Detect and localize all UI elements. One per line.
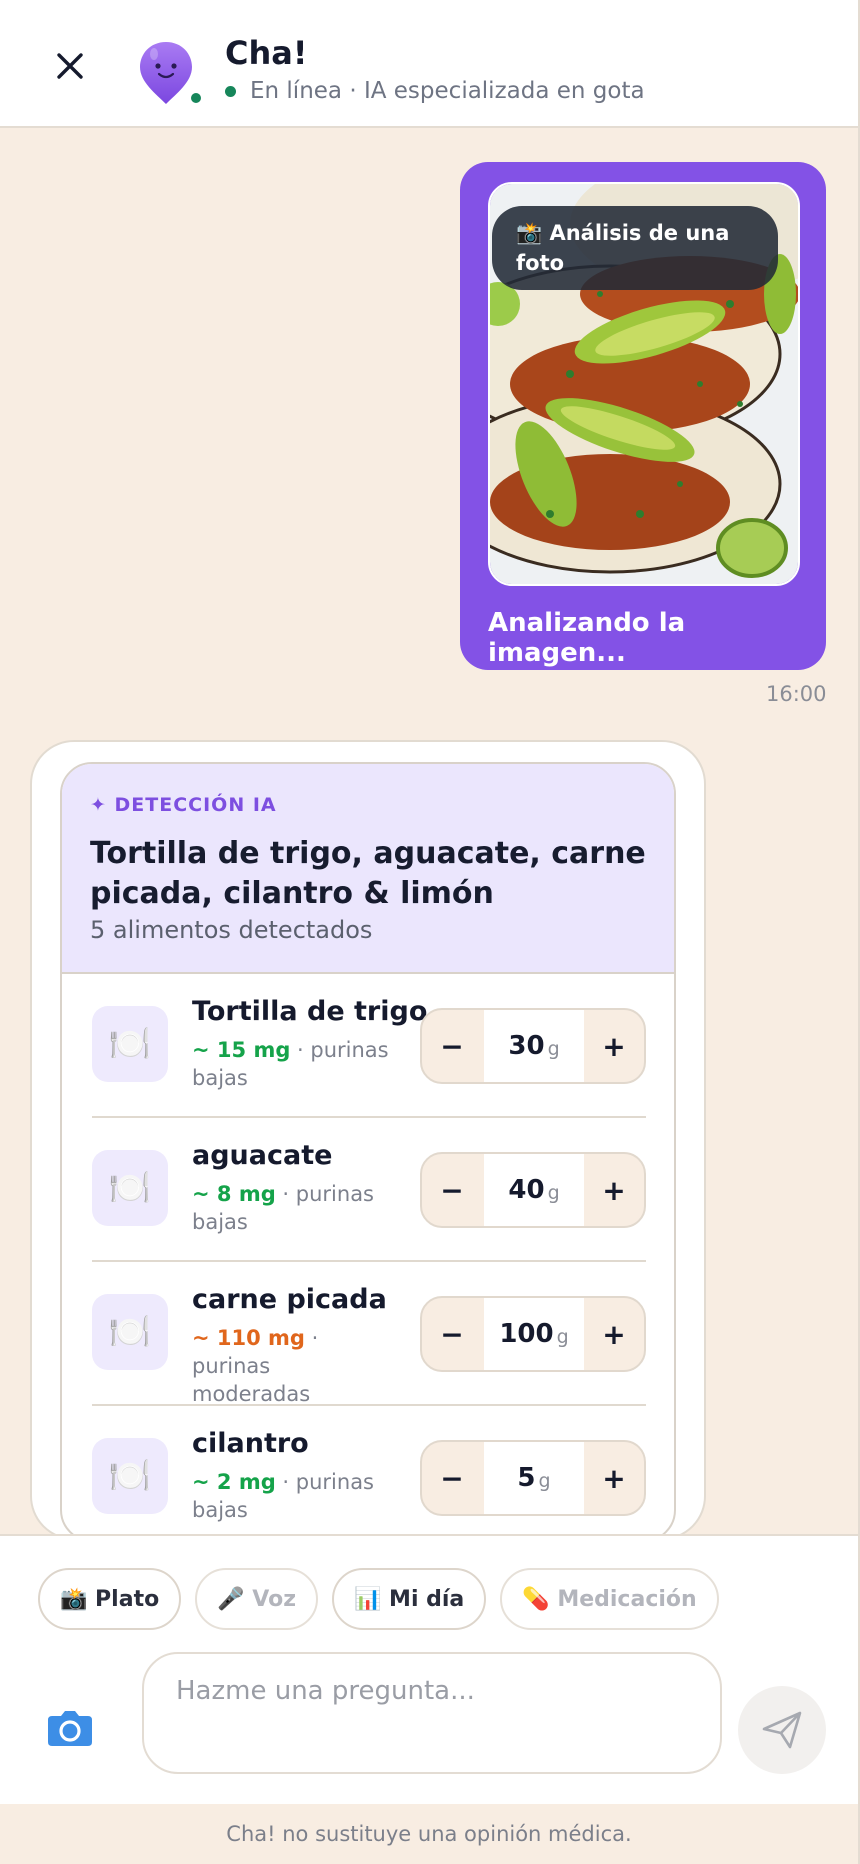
quantity-stepper: − 100 g + bbox=[420, 1296, 646, 1372]
food-name: Tortilla de trigo bbox=[192, 996, 428, 1027]
decrease-button[interactable]: − bbox=[422, 1154, 482, 1226]
chip-medicacion[interactable]: 💊 Medicación bbox=[500, 1568, 719, 1630]
detection-label: ✦ DETECCIÓN IA bbox=[90, 794, 277, 816]
increase-button[interactable]: + bbox=[584, 1298, 644, 1370]
detection-title: Tortilla de trigo, aguacate, carne picad… bbox=[90, 836, 646, 911]
detection-panel: ✦ DETECCIÓN IA Tortilla de trigo, aguaca… bbox=[60, 762, 676, 1542]
food-item-row: 🍽️ cilantro ~ 2 mg · purinas bajas − 5g … bbox=[92, 1406, 646, 1540]
decrease-button[interactable]: − bbox=[422, 1010, 482, 1082]
food-name: aguacate bbox=[192, 1140, 333, 1171]
close-icon bbox=[57, 53, 83, 79]
quantity-value[interactable]: 100 g bbox=[484, 1298, 584, 1370]
plate-icon: 🍽️ bbox=[92, 1438, 168, 1514]
camera-icon[interactable] bbox=[46, 1708, 94, 1748]
user-message-bubble: 📸 Análisis de una foto Analizando la ima… bbox=[460, 162, 826, 670]
food-purine-info: ~ 15 mg · purinas bajas bbox=[192, 1038, 389, 1090]
page-title: Cha! bbox=[225, 34, 308, 72]
plate-icon: 🍽️ bbox=[92, 1006, 168, 1082]
food-purine-info: ~ 2 mg · purinas bajas bbox=[192, 1470, 375, 1522]
status-text: En línea · IA especializada en gota bbox=[250, 78, 645, 104]
chip-voz[interactable]: 🎤 Voz bbox=[195, 1568, 318, 1630]
medical-disclaimer: Cha! no sustituye una opinión médica. bbox=[0, 1804, 858, 1864]
food-item-row: 🍽️ carne picada ~ 110 mg · purinas moder… bbox=[92, 1262, 646, 1406]
send-button[interactable] bbox=[738, 1686, 826, 1774]
plate-icon: 🍽️ bbox=[92, 1294, 168, 1370]
increase-button[interactable]: + bbox=[584, 1442, 644, 1514]
quantity-value[interactable]: 5g bbox=[484, 1442, 584, 1514]
food-name: cilantro bbox=[192, 1428, 309, 1459]
decrease-button[interactable]: − bbox=[422, 1298, 482, 1370]
message-timestamp: 16:00 bbox=[766, 682, 827, 706]
increase-button[interactable]: + bbox=[584, 1010, 644, 1082]
drop-mascot-icon bbox=[140, 42, 192, 104]
online-indicator bbox=[188, 90, 204, 106]
status-dot bbox=[225, 85, 236, 97]
food-purine-info: ~ 8 mg · purinas bajas bbox=[192, 1182, 375, 1234]
chat-header: Cha! En línea · IA especializada en gota bbox=[0, 0, 858, 128]
chip-mi-dia[interactable]: 📊 Mi día bbox=[332, 1568, 487, 1630]
food-item-row: 🍽️ aguacate ~ 8 mg · purinas bajas − 40 g… bbox=[92, 1118, 646, 1262]
decrease-button[interactable]: − bbox=[422, 1442, 482, 1514]
status-line: En línea · IA especializada en gota bbox=[225, 78, 645, 104]
chip-plato[interactable]: 📸 Plato bbox=[38, 1568, 182, 1630]
increase-button[interactable]: + bbox=[584, 1154, 644, 1226]
quantity-value[interactable]: 40 g bbox=[484, 1154, 584, 1226]
quantity-stepper: − 30 g + bbox=[420, 1008, 646, 1084]
analyzing-text: Analizando la imagen... bbox=[488, 608, 686, 668]
food-item-row: 🍽️ Tortilla de trigo ~ 15 mg · purinas b… bbox=[92, 974, 646, 1118]
quantity-stepper: − 5g + bbox=[420, 1440, 646, 1516]
quick-actions: 📸 Plato 🎤 Voz 📊 Mi día 💊 Medicación bbox=[38, 1568, 719, 1630]
photo-analysis-badge: 📸 Análisis de una foto bbox=[492, 206, 778, 290]
quantity-stepper: − 40 g + bbox=[420, 1152, 646, 1228]
detection-count: 5 alimentos detectados bbox=[90, 916, 373, 944]
detection-header: ✦ DETECCIÓN IA Tortilla de trigo, aguaca… bbox=[62, 764, 674, 974]
close-button[interactable] bbox=[48, 44, 92, 88]
message-input[interactable] bbox=[142, 1652, 722, 1774]
quantity-value[interactable]: 30 g bbox=[484, 1010, 584, 1082]
food-name: carne picada bbox=[192, 1284, 387, 1315]
composer-area: 📸 Plato 🎤 Voz 📊 Mi día 💊 Medicación bbox=[0, 1534, 858, 1804]
plate-icon: 🍽️ bbox=[92, 1150, 168, 1226]
send-icon bbox=[762, 1711, 802, 1749]
food-purine-info: ~ 110 mg · purinas moderadas bbox=[192, 1326, 319, 1406]
uploaded-food-photo[interactable]: 📸 Análisis de una foto bbox=[488, 182, 800, 586]
